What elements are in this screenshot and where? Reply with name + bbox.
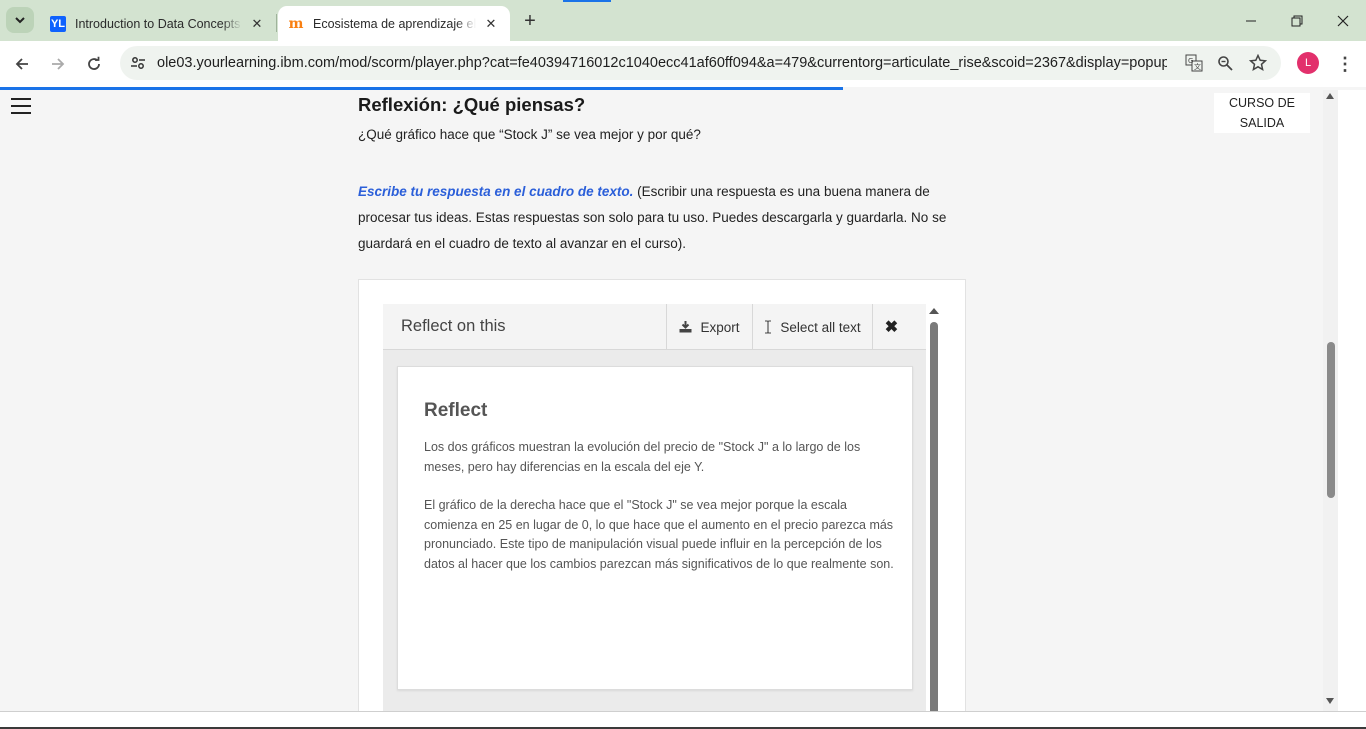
exit-label-line-2: SALIDA	[1239, 116, 1285, 130]
tab-strip: YL Introduction to Data Concepts | ✕ m E…	[0, 0, 1366, 41]
scroll-up-icon[interactable]	[1326, 93, 1334, 99]
zoom-icon[interactable]	[1215, 53, 1235, 73]
widget-title: Reflect on this	[401, 317, 506, 335]
reflection-card: Reflect on this Export Select all text ✖	[358, 279, 966, 711]
chevron-down-icon	[15, 17, 25, 24]
bookmark-star-icon[interactable]	[1248, 53, 1268, 73]
minimize-button[interactable]	[1228, 0, 1274, 41]
tab-title: Introduction to Data Concepts |	[75, 16, 242, 31]
svg-text:文: 文	[1194, 62, 1201, 71]
tab-search-button[interactable]	[6, 7, 34, 33]
export-button[interactable]: Export	[666, 304, 752, 350]
profile-avatar[interactable]: L	[1297, 52, 1319, 74]
url-text[interactable]: ole03.yourlearning.ibm.com/mod/scorm/pla…	[157, 55, 1167, 71]
response-textbox[interactable]: Reflect Los dos gráficos muestran la evo…	[397, 366, 913, 690]
reload-button[interactable]	[82, 52, 106, 76]
scroll-up-icon[interactable]	[929, 308, 939, 314]
instruction-emphasis: Escribe tu respuesta en el cuadro de tex…	[358, 184, 634, 199]
tab-title: Ecosistema de aprendizaje elect	[313, 16, 476, 31]
close-tab-icon[interactable]: ✕	[482, 15, 500, 33]
page-scrollbar[interactable]	[1323, 90, 1338, 711]
section-heading: Reflexión: ¿Qué piensas?	[358, 94, 586, 115]
select-all-label: Select all text	[780, 319, 861, 335]
exit-course-button[interactable]: CURSO DE SALIDA	[1214, 93, 1310, 133]
course-page: CURSO DE SALIDA Reflexión: ¿Qué piensas?…	[0, 90, 1323, 711]
widget-scrollbar[interactable]	[929, 308, 939, 711]
browser-toolbar: ole03.yourlearning.ibm.com/mod/scorm/pla…	[0, 41, 1366, 87]
address-bar[interactable]: ole03.yourlearning.ibm.com/mod/scorm/pla…	[120, 46, 1281, 80]
tab-ecosistema-aprendizaje[interactable]: m Ecosistema de aprendizaje elect ✕	[278, 6, 510, 41]
moodle-favicon-icon: m	[288, 15, 304, 32]
back-button[interactable]	[10, 52, 34, 76]
response-paragraph: Los dos gráficos muestran la evolución d…	[424, 440, 861, 474]
menu-icon[interactable]	[11, 98, 31, 114]
tab-hover-indicator	[563, 0, 611, 2]
site-settings-icon[interactable]	[128, 53, 148, 73]
close-icon	[1337, 15, 1349, 26]
reflection-question: ¿Qué gráfico hace que “Stock J” se vea m…	[358, 127, 701, 142]
widget-header: Reflect on this Export Select all text ✖	[383, 304, 926, 350]
close-icon: ✖	[884, 319, 899, 336]
export-label: Export	[700, 319, 740, 335]
instructions-paragraph: Escribe tu respuesta en el cuadro de tex…	[358, 179, 958, 257]
restore-button[interactable]	[1274, 0, 1320, 41]
arrow-left-icon	[15, 58, 28, 70]
minimize-icon	[1246, 20, 1256, 21]
select-all-text-button[interactable]: Select all text	[752, 304, 872, 350]
browser-menu-icon[interactable]: ⋮	[1335, 52, 1355, 76]
window-margin	[1338, 90, 1366, 711]
reflect-widget: Reflect on this Export Select all text ✖	[383, 304, 939, 711]
bottom-edge	[0, 711, 1366, 729]
yourlearning-favicon-icon: YL	[50, 15, 66, 32]
widget-close-button[interactable]: ✖	[872, 304, 910, 350]
text-cursor-icon	[765, 320, 772, 334]
restore-icon	[1291, 15, 1303, 26]
close-tab-icon[interactable]: ✕	[248, 15, 266, 33]
svg-text:G: G	[1188, 57, 1193, 65]
reload-icon	[88, 56, 100, 70]
arrow-right-icon	[52, 58, 65, 70]
tab-introduction-data-concepts[interactable]: YL Introduction to Data Concepts | ✕	[40, 6, 276, 41]
forward-button[interactable]	[46, 52, 70, 76]
download-icon	[679, 321, 692, 333]
page-scroll-thumb[interactable]	[1327, 342, 1335, 498]
window-controls	[1228, 0, 1366, 41]
new-tab-button[interactable]: +	[518, 9, 542, 33]
exit-label-line-1: CURSO DE	[1229, 96, 1295, 110]
translate-icon[interactable]: G文	[1184, 53, 1204, 73]
response-paragraph: El gráfico de la derecha hace que el "St…	[424, 498, 894, 571]
response-heading: Reflect	[424, 400, 488, 421]
widget-scroll-thumb[interactable]	[930, 322, 938, 711]
scroll-down-icon[interactable]	[1326, 698, 1334, 704]
tab-separator	[276, 14, 277, 32]
close-window-button[interactable]	[1320, 0, 1366, 41]
